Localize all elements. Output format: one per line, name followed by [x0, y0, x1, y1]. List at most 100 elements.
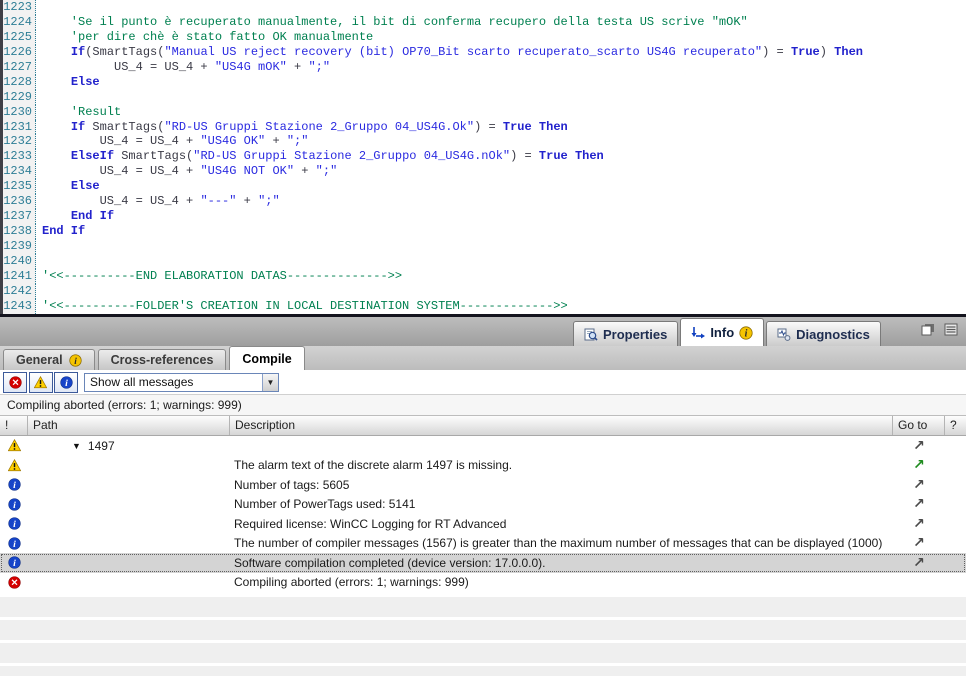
subtab-general[interactable]: General i — [3, 349, 95, 370]
code-line[interactable]: 1231 If SmartTags("RD-US Gruppi Stazione… — [0, 120, 966, 135]
goto-arrow-icon[interactable]: ↗ — [913, 497, 925, 511]
svg-text:i: i — [13, 480, 16, 491]
code-line[interactable]: 1234 US_4 = US_4 + "US4G NOT OK" + ";" — [0, 164, 966, 179]
message-row[interactable]: iNumber of PowerTags used: 5141↗ — [0, 495, 966, 515]
subtab-cross-references[interactable]: Cross-references — [98, 349, 227, 370]
code-line[interactable]: 1241'<<----------END ELABORATION DATAS--… — [0, 269, 966, 284]
message-row[interactable]: The alarm text of the discrete alarm 149… — [0, 456, 966, 476]
filter-warnings-button[interactable] — [29, 372, 53, 393]
code-line[interactable]: 1237 End If — [0, 209, 966, 224]
line-number: 1238 — [3, 224, 36, 239]
line-number: 1224 — [3, 15, 36, 30]
general-badge-icon: i — [69, 354, 82, 367]
code-line[interactable]: 1233 ElseIf SmartTags("RD-US Gruppi Staz… — [0, 149, 966, 164]
tab-properties[interactable]: Properties — [573, 321, 678, 346]
code-line[interactable]: 1235 Else — [0, 179, 966, 194]
info-icon: i — [0, 478, 28, 491]
warning-icon — [0, 439, 28, 452]
compile-status-text: Compiling aborted (errors: 1; warnings: … — [0, 395, 966, 415]
code-line[interactable]: 1225 'per dire chè è stato fatto OK manu… — [0, 30, 966, 45]
code-text: End If — [36, 209, 114, 224]
message-table-header: ! Path Description Go to ? — [0, 415, 966, 436]
goto-arrow-icon[interactable]: ↗ — [913, 517, 925, 531]
inspector-tabbar: Properties Info i Diagnostics — [0, 317, 966, 346]
line-number: 1235 — [3, 179, 36, 194]
message-row[interactable]: iRequired license: WinCC Logging for RT … — [0, 514, 966, 534]
message-filter-toolbar: ✕ i Show all messages ▼ — [0, 370, 966, 395]
code-text: '<<----------END ELABORATION DATAS------… — [36, 269, 402, 284]
message-row[interactable]: i Number of tags: 5605 ↗ — [0, 475, 966, 495]
code-line[interactable]: 1226 If(SmartTags("Manual US reject reco… — [0, 45, 966, 60]
line-number: 1233 — [3, 149, 36, 164]
tab-diagnostics[interactable]: Diagnostics — [766, 321, 881, 346]
filter-errors-button[interactable]: ✕ — [3, 372, 27, 393]
message-filter-dropdown[interactable]: Show all messages ▼ — [84, 373, 279, 392]
goto-arrow-icon[interactable]: ↗ — [913, 556, 925, 570]
description-text: Compiling aborted (errors: 1; warnings: … — [230, 575, 893, 589]
line-number: 1227 — [3, 60, 36, 75]
code-line[interactable]: 1232 US_4 = US_4 + "US4G OK" + ";" — [0, 134, 966, 149]
description-text: The alarm text of the discrete alarm 149… — [230, 458, 893, 472]
code-line[interactable]: 1236 US_4 = US_4 + "---" + ";" — [0, 194, 966, 209]
subtab-compile[interactable]: Compile — [229, 346, 304, 370]
code-line[interactable]: 1227 US_4 = US_4 + "US4G mOK" + ";" — [0, 60, 966, 75]
column-header-path[interactable]: Path — [28, 416, 230, 435]
code-line[interactable]: 1224 'Se il punto è recuperato manualmen… — [0, 15, 966, 30]
info-badge-icon: i — [739, 326, 753, 340]
goto-arrow-icon[interactable]: ↗ — [913, 458, 925, 472]
message-row[interactable]: ▼1497↗ — [0, 436, 966, 456]
column-header-help[interactable]: ? — [945, 416, 966, 435]
float-panel-icon[interactable] — [921, 323, 935, 336]
table-empty-area — [0, 592, 966, 676]
code-line[interactable]: 1240 — [0, 254, 966, 269]
panel-layout-icon[interactable] — [944, 323, 958, 336]
code-line[interactable]: 1243'<<----------FOLDER'S CREATION IN LO… — [0, 299, 966, 314]
diagnostics-icon — [777, 328, 791, 341]
column-header-goto[interactable]: Go to — [893, 416, 945, 435]
description-text: Number of tags: 5605 — [230, 478, 893, 492]
line-number: 1240 — [3, 254, 36, 269]
code-line[interactable]: 1228 Else — [0, 75, 966, 90]
info-icon: i — [0, 537, 28, 550]
dropdown-arrow-icon[interactable]: ▼ — [262, 374, 278, 391]
code-line[interactable]: 1229 — [0, 90, 966, 105]
column-header-severity[interactable]: ! — [0, 416, 28, 435]
code-text: US_4 = US_4 + "US4G NOT OK" + ";" — [36, 164, 337, 179]
column-header-description[interactable]: Description — [230, 416, 893, 435]
message-row[interactable]: i The number of compiler messages (1567) … — [0, 534, 966, 554]
message-row[interactable]: iSoftware compilation completed (device … — [0, 553, 966, 573]
message-row[interactable]: ✕ Compiling aborted (errors: 1; warnings:… — [0, 573, 966, 593]
code-line[interactable]: 1223 — [0, 0, 966, 15]
goto-cell: ↗ — [893, 556, 945, 570]
code-line[interactable]: 1238End If — [0, 224, 966, 239]
script-editor[interactable]: 12231224 'Se il punto è recuperato manua… — [0, 0, 966, 314]
svg-text:i: i — [745, 328, 748, 339]
code-line[interactable]: 1230 'Result — [0, 105, 966, 120]
error-icon: ✕ — [9, 376, 22, 389]
code-line[interactable]: 1242 — [0, 284, 966, 299]
collapse-triangle-icon[interactable]: ▼ — [72, 441, 81, 451]
goto-cell: ↗ — [893, 517, 945, 531]
filter-info-button[interactable]: i — [54, 372, 78, 393]
goto-cell: ↗ — [893, 536, 945, 550]
tab-info[interactable]: Info i — [680, 318, 764, 346]
code-text: 'Result — [36, 105, 121, 120]
warning-icon — [0, 459, 28, 472]
error-icon: ✕ — [0, 576, 28, 589]
code-text: If(SmartTags("Manual US reject recovery … — [36, 45, 863, 60]
svg-text:i: i — [13, 558, 16, 569]
tab-properties-label: Properties — [603, 327, 667, 342]
code-text: 'per dire chè è stato fatto OK manualmen… — [36, 30, 373, 45]
subtab-compile-label: Compile — [242, 352, 291, 366]
line-number: 1225 — [3, 30, 36, 45]
goto-arrow-icon[interactable]: ↗ — [913, 439, 925, 453]
goto-cell: ↗ — [893, 497, 945, 511]
goto-arrow-icon[interactable]: ↗ — [913, 536, 925, 550]
code-text: US_4 = US_4 + "---" + ";" — [36, 194, 280, 209]
svg-text:i: i — [13, 519, 16, 530]
description-text: The number of compiler messages (1567) i… — [230, 536, 893, 550]
code-lines: 12231224 'Se il punto è recuperato manua… — [0, 0, 966, 314]
tab-info-label: Info — [710, 325, 734, 340]
code-line[interactable]: 1239 — [0, 239, 966, 254]
goto-arrow-icon[interactable]: ↗ — [913, 478, 925, 492]
